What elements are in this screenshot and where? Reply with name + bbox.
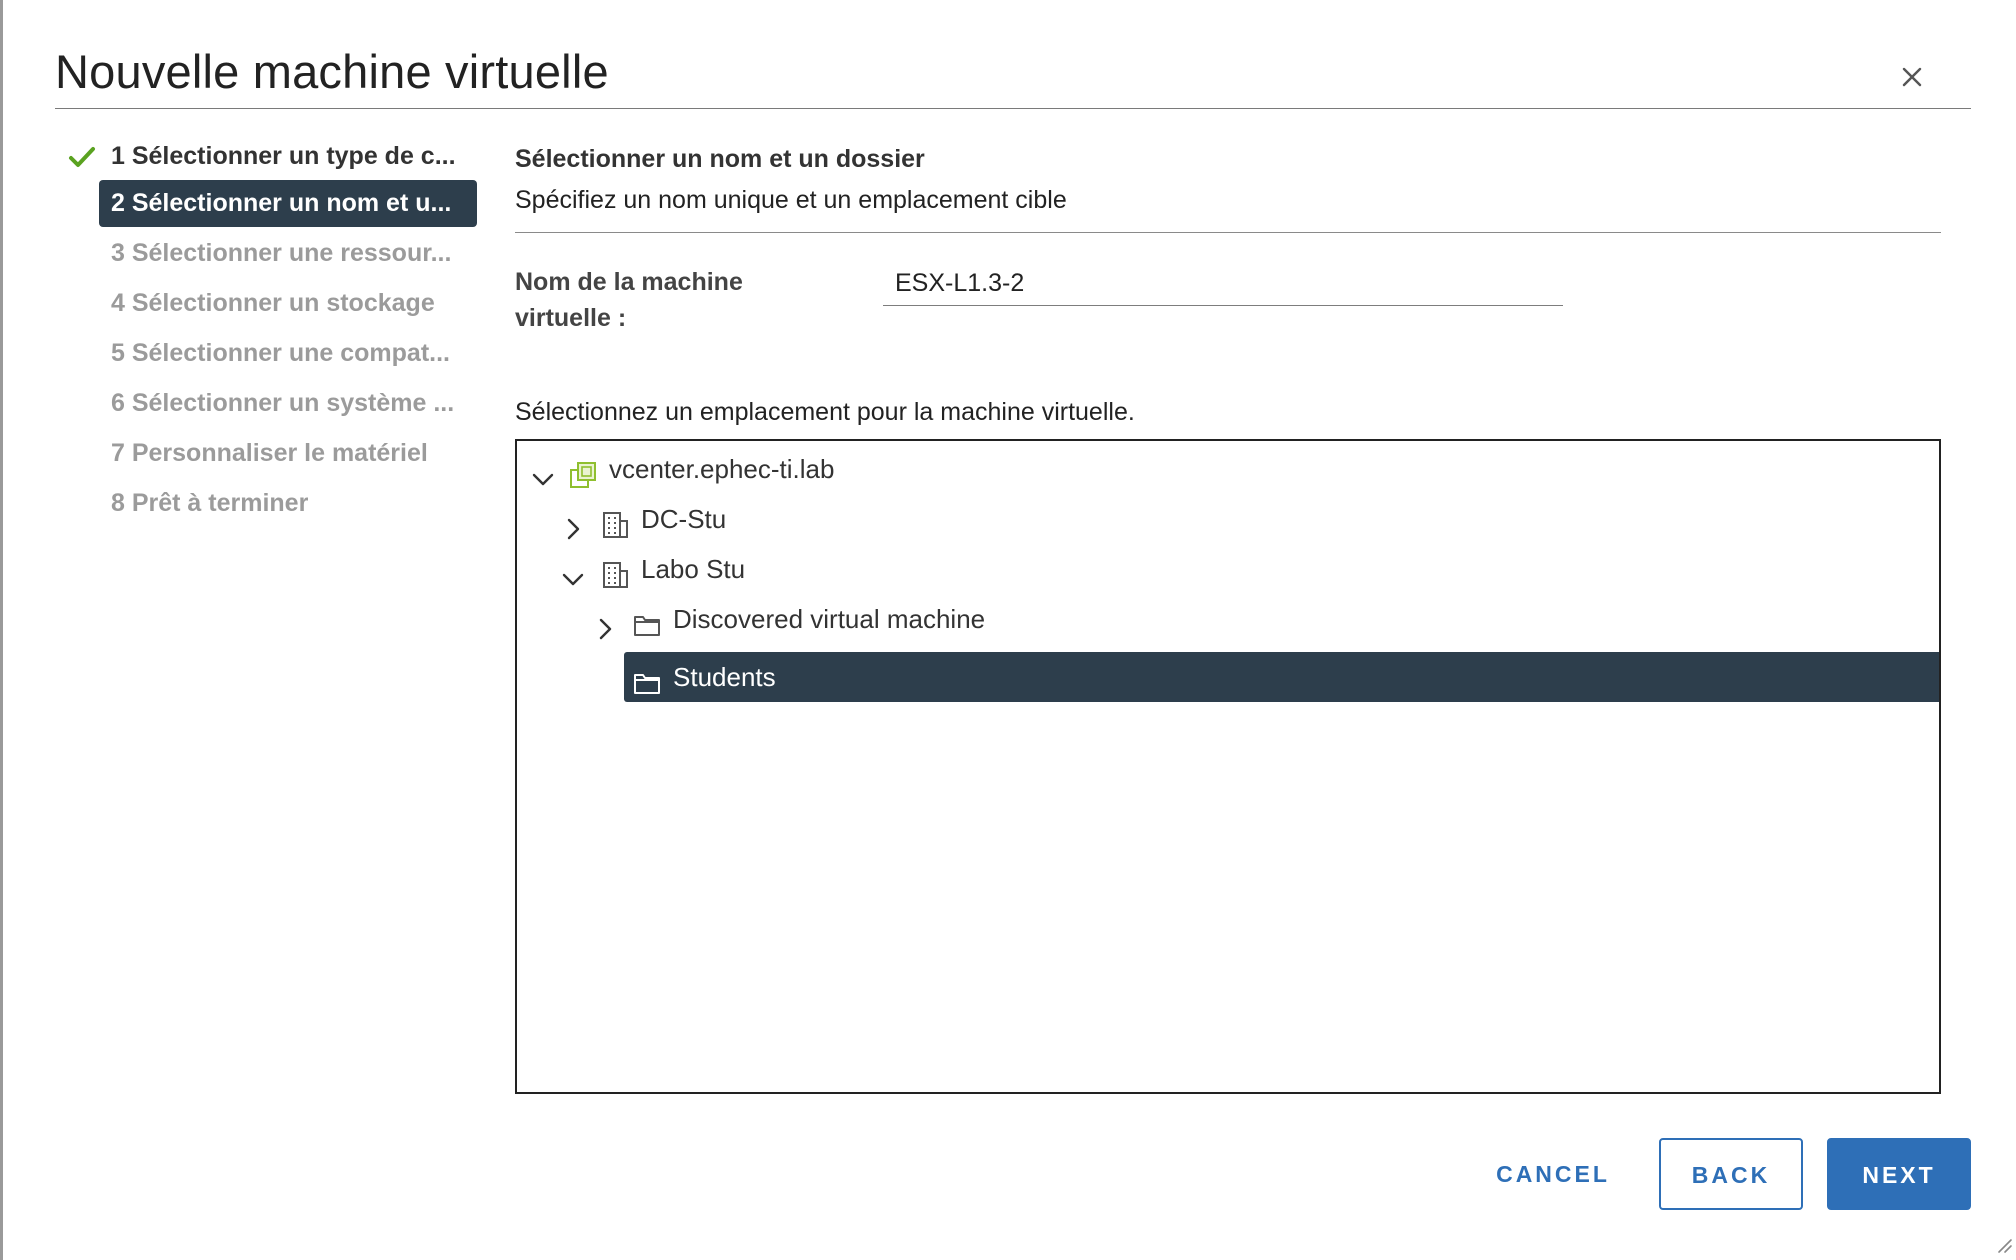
chevron-right-icon[interactable] — [561, 507, 585, 540]
step-3-select-resource: 3 Sélectionner une ressour... — [111, 239, 452, 267]
tree-node-vcenter[interactable]: vcenter.ephec-ti.lab — [517, 444, 1939, 494]
new-vm-dialog: Nouvelle machine virtuelle 1 Sélectionne… — [0, 0, 2016, 1260]
step-6-select-os: 6 Sélectionner un système ... — [111, 389, 455, 417]
step-8-ready-to-complete: 8 Prêt à terminer — [111, 489, 309, 517]
tree-node-label: Students — [673, 662, 776, 692]
step-2-select-name-folder[interactable]: 2 Sélectionner un nom et u... — [99, 180, 477, 227]
section-description: Spécifiez un nom unique et un emplacemen… — [515, 186, 1067, 214]
section-divider — [515, 232, 1941, 233]
datacenter-icon — [601, 505, 629, 538]
tree-node-label: DC-Stu — [641, 504, 727, 534]
back-button[interactable]: BACK — [1659, 1138, 1803, 1210]
datacenter-icon — [601, 555, 629, 588]
chevron-down-icon[interactable] — [561, 557, 585, 586]
vm-name-input[interactable] — [883, 262, 1563, 306]
header-divider — [55, 108, 1971, 109]
step-7-customize-hardware: 7 Personnaliser le matériel — [111, 439, 428, 467]
vcenter-icon — [569, 455, 597, 488]
location-tree: vcenter.ephec-ti.lab DC-Stu Labo Stu Dis… — [515, 439, 1941, 1094]
resize-grip-icon[interactable] — [1993, 1234, 2013, 1254]
tree-node-label: Labo Stu — [641, 554, 746, 584]
folder-icon — [633, 605, 661, 636]
cancel-button[interactable]: CANCEL — [1473, 1138, 1633, 1210]
tree-node-label: vcenter.ephec-ti.lab — [609, 454, 835, 484]
chevron-down-icon[interactable] — [531, 457, 555, 486]
step-5-select-compatibility: 5 Sélectionner une compat... — [111, 339, 450, 367]
tree-node-discovered-vm[interactable]: Discovered virtual machine — [517, 594, 1939, 644]
section-title: Sélectionner un nom et un dossier — [515, 145, 925, 173]
tree-node-dc-stu[interactable]: DC-Stu — [517, 494, 1939, 544]
step-4-select-storage: 4 Sélectionner un stockage — [111, 289, 435, 317]
location-prompt: Sélectionnez un emplacement pour la mach… — [515, 398, 1135, 426]
step-1-select-type[interactable]: 1 Sélectionner un type de c... — [99, 133, 477, 180]
close-icon[interactable] — [1895, 60, 1929, 94]
chevron-right-icon[interactable] — [593, 607, 617, 640]
next-button[interactable]: NEXT — [1827, 1138, 1971, 1210]
dialog-title: Nouvelle machine virtuelle — [55, 45, 609, 98]
folder-icon — [633, 663, 661, 694]
vm-name-label: Nom de la machine virtuelle : — [515, 268, 743, 332]
tree-node-labo-stu[interactable]: Labo Stu — [517, 544, 1939, 594]
tree-node-label: Discovered virtual machine — [673, 604, 986, 634]
check-icon — [68, 143, 96, 171]
tree-node-students[interactable]: Students — [624, 652, 1939, 702]
